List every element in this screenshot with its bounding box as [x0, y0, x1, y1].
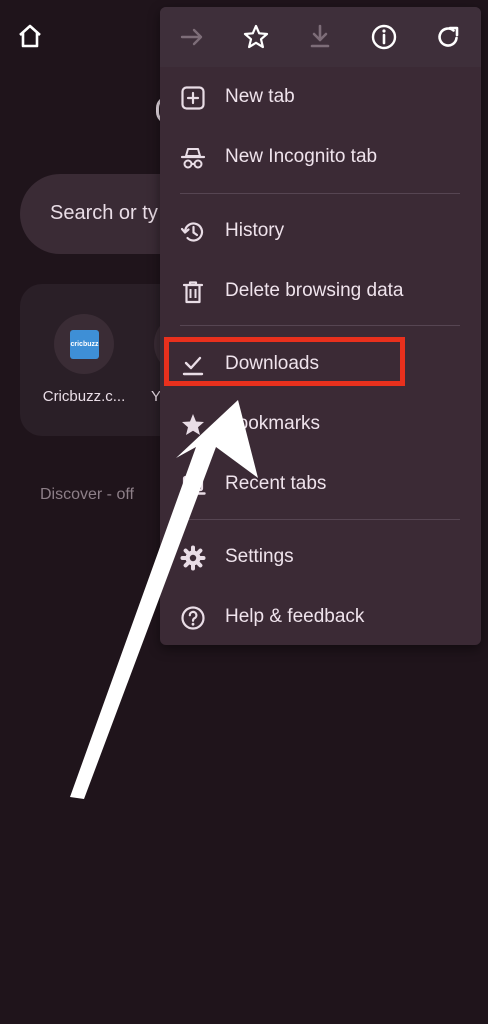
reload-icon — [438, 26, 459, 47]
menu-item-label: Settings — [225, 546, 294, 567]
menu-item-help-feedback[interactable]: Help & feedback — [160, 589, 481, 645]
download-icon — [310, 24, 330, 48]
menu-divider — [180, 519, 460, 520]
help-circle-icon — [181, 606, 205, 630]
forward-button[interactable] — [176, 21, 208, 53]
gear-icon — [180, 545, 206, 571]
plus-box-icon — [181, 86, 205, 110]
page-info-button[interactable] — [368, 21, 400, 53]
menu-item-label: Bookmarks — [225, 413, 321, 434]
menu-item-label: History — [225, 220, 285, 241]
menu-item-label: New Incognito tab — [225, 146, 378, 167]
menu-item-settings[interactable]: Settings — [160, 529, 481, 585]
home-icon — [19, 24, 41, 48]
discover-status: Discover - off — [40, 486, 134, 503]
menu-item-new-incognito-tab[interactable]: New Incognito tab — [160, 129, 481, 185]
menu-item-bookmarks[interactable]: Bookmarks — [160, 396, 481, 452]
download-page-button[interactable] — [304, 21, 336, 53]
menu-divider — [180, 193, 460, 194]
arrow-right-icon — [180, 28, 203, 46]
laptop-icon — [180, 475, 206, 495]
menu-item-label: Recent tabs — [225, 473, 327, 494]
reload-button[interactable] — [432, 21, 464, 53]
shortcut-cricbuzz[interactable]: cricbuzz Cricbuzz.c... — [34, 314, 134, 405]
menu-item-recent-tabs[interactable]: Recent tabs — [160, 456, 481, 512]
incognito-icon — [180, 148, 206, 169]
menu-item-label: New tab — [225, 86, 295, 107]
menu-toolbar — [160, 7, 481, 67]
chrome-overflow-menu: New tab New Incognito tab History Delete… — [160, 7, 481, 645]
history-icon — [180, 222, 204, 242]
menu-item-label: Delete browsing data — [225, 280, 404, 301]
home-button[interactable] — [16, 22, 44, 50]
bookmark-star-button[interactable] — [240, 21, 272, 53]
downloads-highlight-box — [164, 337, 405, 386]
search-placeholder: Search or ty — [50, 202, 158, 224]
menu-item-delete-browsing-data[interactable]: Delete browsing data — [160, 263, 481, 319]
menu-divider — [180, 325, 460, 326]
star-filled-icon — [182, 414, 204, 435]
menu-item-label: Help & feedback — [225, 606, 365, 627]
star-outline-icon — [243, 24, 269, 49]
menu-item-history[interactable]: History — [160, 203, 481, 259]
trash-icon — [182, 281, 204, 304]
shortcut-icon-circle: cricbuzz — [54, 314, 114, 374]
cricbuzz-logo-icon: cricbuzz — [70, 330, 99, 359]
menu-item-new-tab[interactable]: New tab — [160, 69, 481, 125]
shortcut-label: Cricbuzz.c... — [42, 388, 126, 405]
info-icon — [371, 24, 397, 50]
